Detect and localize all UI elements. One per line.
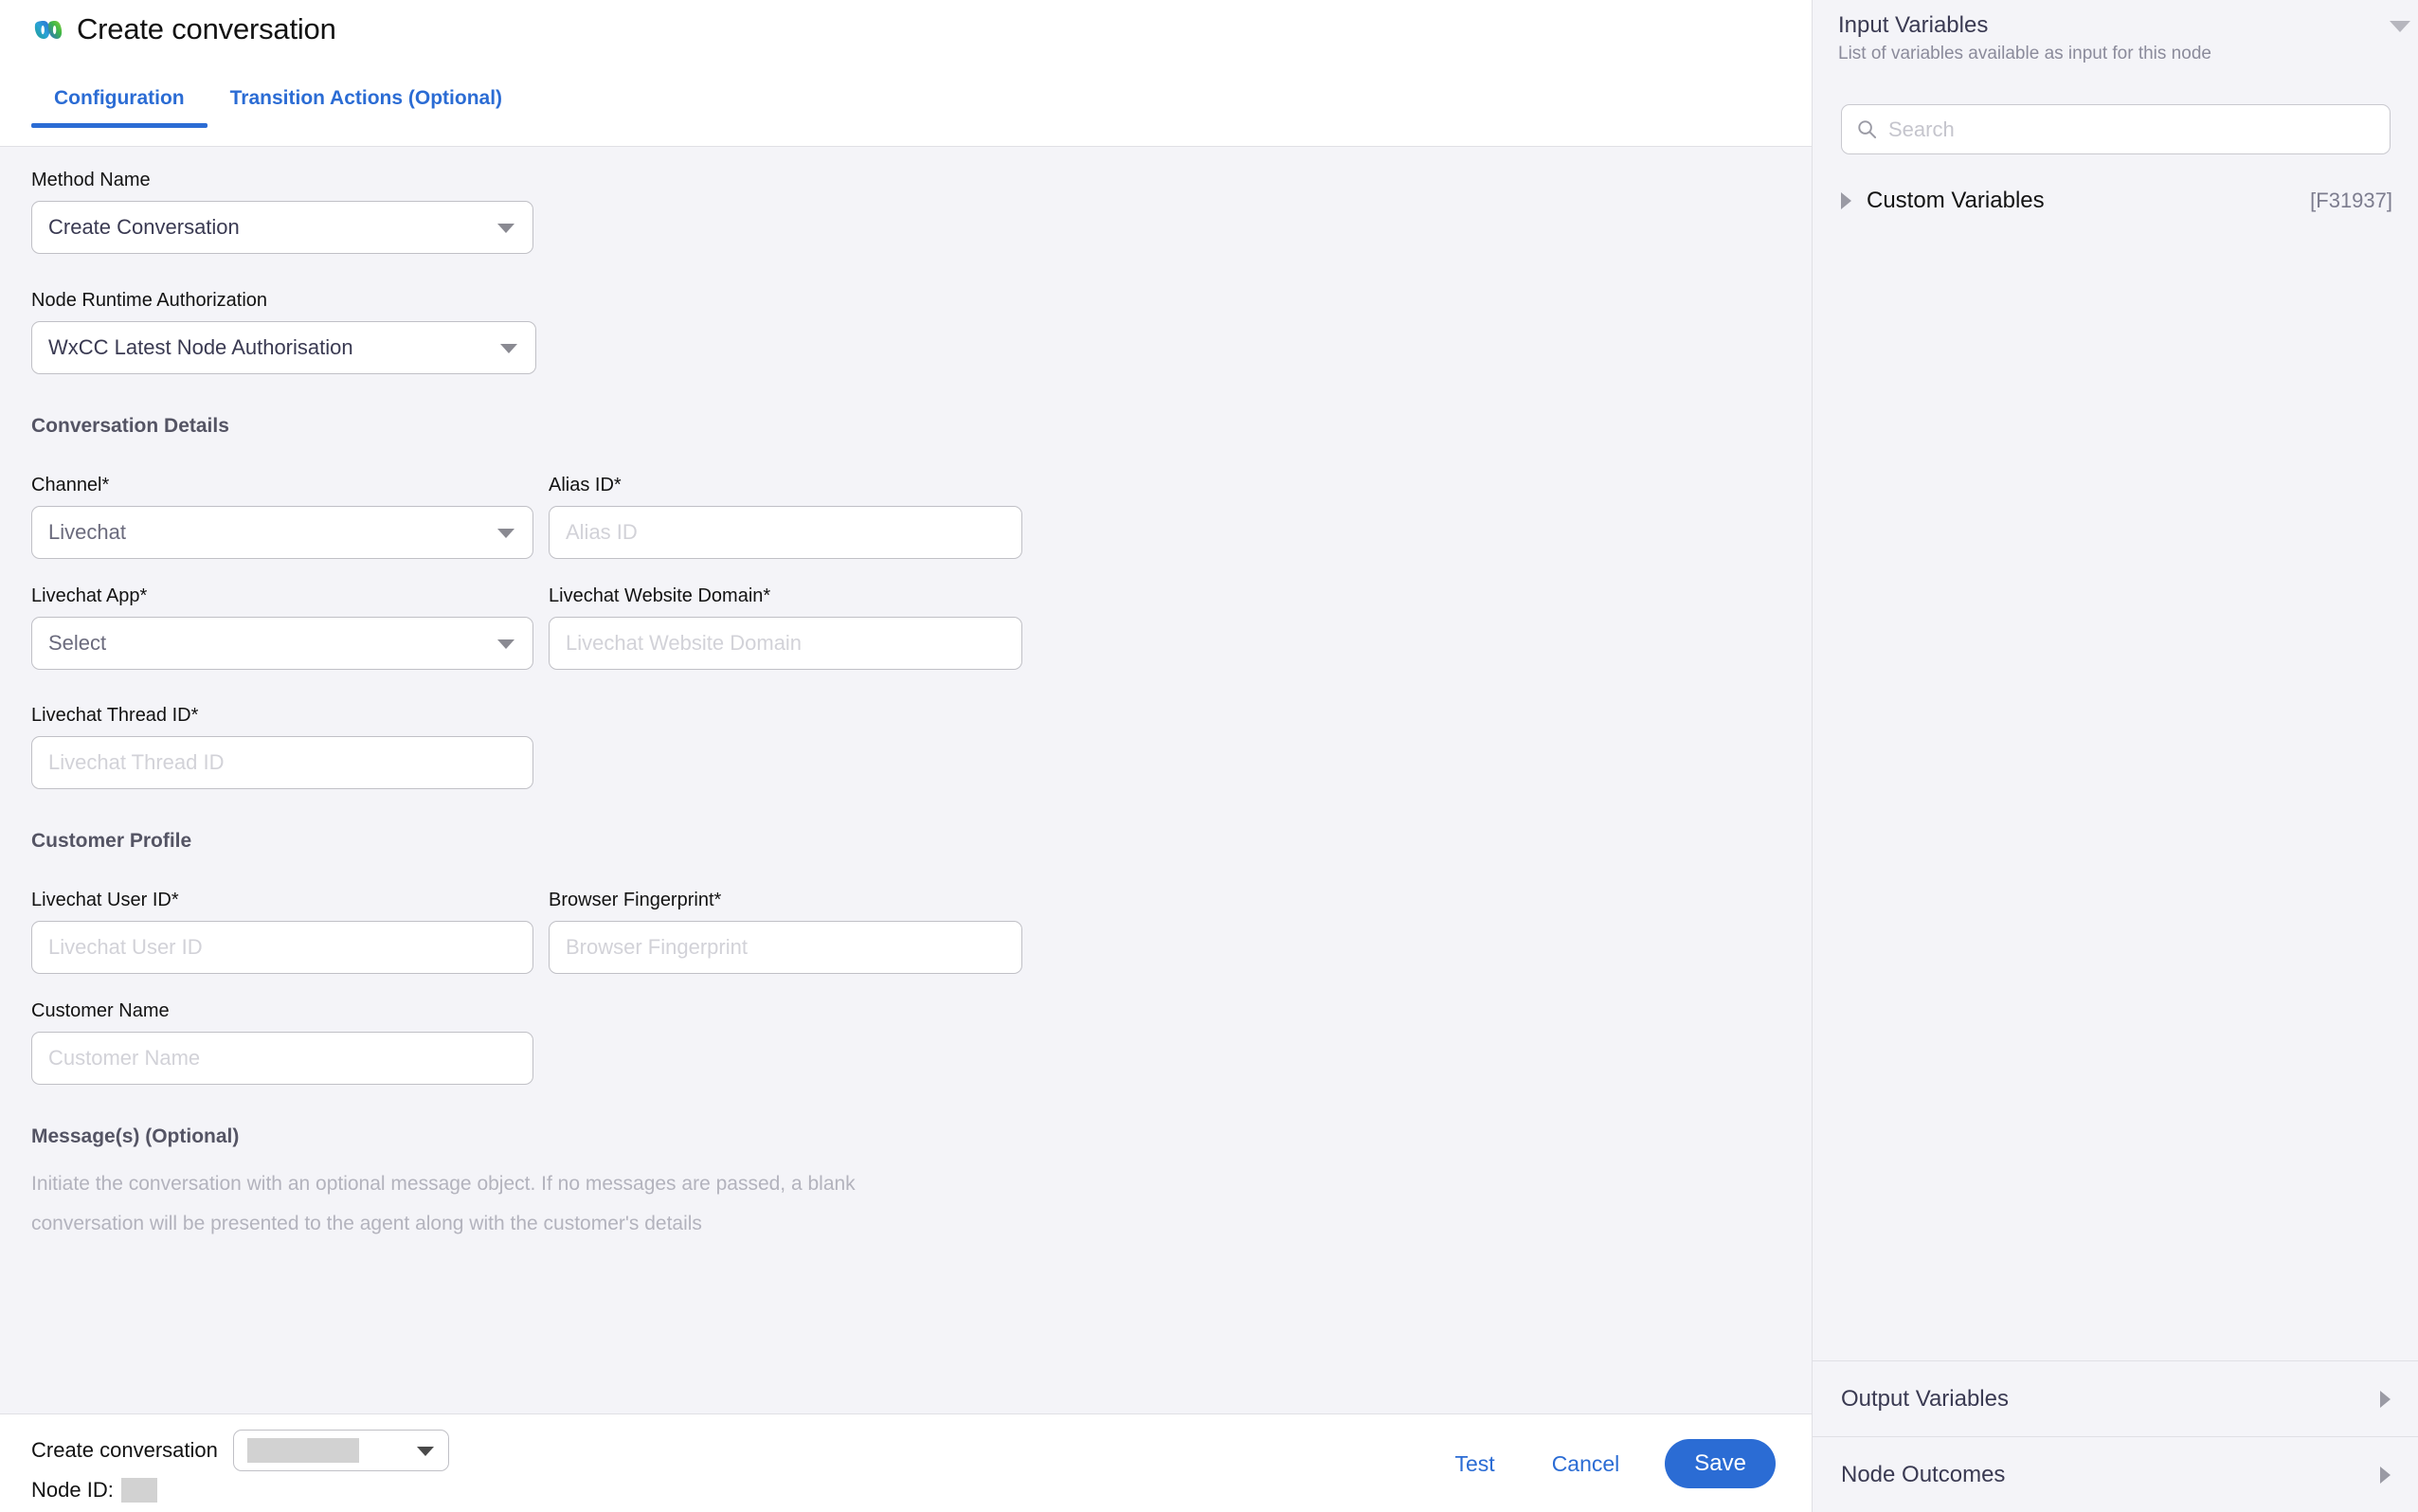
- cancel-button[interactable]: Cancel: [1524, 1451, 1649, 1477]
- chevron-right-icon: [2380, 1390, 2391, 1408]
- input-variables-subtitle: List of variables available as input for…: [1838, 44, 2211, 63]
- livechat-user-id-input[interactable]: Livechat User ID: [31, 921, 533, 974]
- livechat-app-value: Select: [48, 631, 107, 655]
- customer-name-label: Customer Name: [31, 1000, 170, 1021]
- browser-fingerprint-placeholder: Browser Fingerprint: [566, 935, 748, 959]
- livechat-app-label: Livechat App*: [31, 585, 148, 606]
- alias-id-placeholder: Alias ID: [566, 520, 638, 544]
- field-customer-name: Customer Name Customer Name: [0, 973, 1812, 1085]
- custom-variables-badge: [F31937]: [2310, 189, 2392, 212]
- main-scrollbar-track[interactable]: [1789, 147, 1810, 1413]
- footer-node-info: Create conversation Node ID:: [31, 1430, 449, 1503]
- field-node-runtime-authorization: Node Runtime Authorization WxCC Latest N…: [0, 254, 1812, 374]
- chevron-down-icon: [500, 344, 517, 353]
- field-livechat-app: Livechat App* Select: [31, 584, 533, 670]
- livechat-thread-id-input[interactable]: Livechat Thread ID: [31, 736, 533, 789]
- browser-fingerprint-input[interactable]: Browser Fingerprint: [549, 921, 1022, 974]
- chevron-down-icon: [416, 1447, 434, 1456]
- livechat-website-domain-label: Livechat Website Domain*: [549, 585, 771, 606]
- messages-description: Initiate the conversation with an option…: [31, 1173, 856, 1234]
- app-root: Create conversation Configuration Transi…: [0, 0, 2418, 1512]
- alias-id-label: Alias ID*: [549, 475, 622, 495]
- node-runtime-authorization-value: WxCC Latest Node Authorisation: [48, 335, 353, 359]
- field-livechat-thread-id: Livechat Thread ID* Livechat Thread ID: [0, 677, 1812, 789]
- field-channel: Channel* Livechat: [31, 473, 533, 559]
- row-user-id-fingerprint: Livechat User ID* Livechat User ID Brows…: [0, 854, 1812, 974]
- messages-heading: Message(s) (Optional): [31, 1125, 240, 1147]
- chevron-down-icon: [497, 224, 514, 233]
- channel-value: Livechat: [48, 520, 126, 544]
- customer-profile-section: Customer Profile: [0, 789, 1812, 854]
- node-id-row: Node ID:: [31, 1478, 449, 1503]
- dialog-header: Create conversation Configuration Transi…: [0, 0, 1812, 147]
- customer-name-placeholder: Customer Name: [48, 1046, 201, 1070]
- dialog-footer: Create conversation Node ID: Test Cancel…: [0, 1413, 1812, 1512]
- chevron-down-icon[interactable]: [2390, 21, 2410, 32]
- livechat-thread-id-placeholder: Livechat Thread ID: [48, 750, 225, 774]
- search-icon: [1858, 120, 1877, 139]
- livechat-website-domain-input[interactable]: Livechat Website Domain: [549, 617, 1022, 670]
- output-variables-row[interactable]: Output Variables: [1813, 1360, 2418, 1436]
- tab-configuration[interactable]: Configuration: [31, 87, 208, 128]
- node-runtime-authorization-label: Node Runtime Authorization: [31, 290, 268, 311]
- conversation-details-section: Conversation Details: [0, 374, 1812, 439]
- field-method-name: Method Name Create Conversation: [0, 147, 1812, 254]
- method-name-select[interactable]: Create Conversation: [31, 201, 533, 254]
- field-browser-fingerprint: Browser Fingerprint* Browser Fingerprint: [549, 888, 1022, 974]
- channel-select[interactable]: Livechat: [31, 506, 533, 559]
- field-alias-id: Alias ID* Alias ID: [549, 473, 1022, 559]
- footer-node-row: Create conversation: [31, 1430, 449, 1471]
- footer-node-select-value-redacted: [246, 1438, 359, 1463]
- chevron-down-icon: [497, 639, 514, 649]
- custom-variables-label: Custom Variables: [1867, 188, 2045, 213]
- chevron-down-icon: [497, 529, 514, 538]
- channel-label: Channel*: [31, 475, 110, 495]
- form-content: Method Name Create Conversation Node Run…: [0, 147, 1812, 1244]
- customer-name-input[interactable]: Customer Name: [31, 1032, 533, 1085]
- save-button[interactable]: Save: [1665, 1439, 1776, 1488]
- tab-bar: Configuration Transition Actions (Option…: [31, 87, 525, 128]
- node-outcomes-label: Node Outcomes: [1841, 1461, 2006, 1487]
- browser-fingerprint-label: Browser Fingerprint*: [549, 890, 722, 910]
- custom-variables-row[interactable]: Custom Variables [F31937]: [1841, 180, 2392, 222]
- chevron-right-icon: [2380, 1466, 2391, 1484]
- input-variables-header: Input Variables List of variables availa…: [1838, 11, 2393, 66]
- title-row: Create conversation: [31, 13, 336, 45]
- node-id-label: Node ID:: [31, 1478, 114, 1502]
- customer-profile-heading: Customer Profile: [31, 830, 192, 852]
- footer-node-select[interactable]: [232, 1430, 449, 1471]
- method-name-value: Create Conversation: [48, 215, 240, 239]
- input-variables-title: Input Variables: [1838, 12, 1989, 38]
- node-runtime-authorization-select[interactable]: WxCC Latest Node Authorisation: [31, 321, 536, 374]
- conversation-details-heading: Conversation Details: [31, 415, 229, 437]
- create-conversation-dialog: Create conversation Configuration Transi…: [0, 0, 1812, 1512]
- test-button[interactable]: Test: [1427, 1451, 1524, 1477]
- footer-actions: Test Cancel Save: [1427, 1414, 1776, 1512]
- livechat-website-domain-placeholder: Livechat Website Domain: [566, 631, 803, 655]
- row-livechat-app-domain: Livechat App* Select Livechat Website Do…: [0, 558, 1812, 677]
- method-name-label: Method Name: [31, 170, 151, 190]
- row-channel-alias: Channel* Livechat Alias ID* Alias ID: [0, 439, 1812, 559]
- alias-id-input[interactable]: Alias ID: [549, 506, 1022, 559]
- messages-section: Message(s) (Optional) Initiate the conve…: [0, 1085, 1812, 1244]
- livechat-user-id-placeholder: Livechat User ID: [48, 935, 203, 959]
- output-variables-label: Output Variables: [1841, 1385, 2009, 1412]
- tab-transition-actions[interactable]: Transition Actions (Optional): [208, 87, 525, 128]
- form-scroll-area[interactable]: Method Name Create Conversation Node Run…: [0, 147, 1812, 1413]
- livechat-thread-id-label: Livechat Thread ID*: [31, 705, 199, 726]
- webex-logo-icon: [34, 21, 63, 39]
- right-sidebar: Input Variables List of variables availa…: [1812, 0, 2418, 1512]
- search-placeholder: Search: [1888, 117, 1955, 141]
- footer-node-label: Create conversation: [31, 1438, 218, 1462]
- chevron-right-icon: [1841, 192, 1851, 209]
- node-id-value-redacted: [120, 1478, 157, 1503]
- page-title: Create conversation: [77, 12, 336, 45]
- search-input[interactable]: Search: [1841, 104, 2391, 154]
- livechat-app-select[interactable]: Select: [31, 617, 533, 670]
- field-livechat-user-id: Livechat User ID* Livechat User ID: [31, 888, 533, 974]
- field-livechat-website-domain: Livechat Website Domain* Livechat Websit…: [549, 584, 1022, 670]
- node-outcomes-row[interactable]: Node Outcomes: [1813, 1436, 2418, 1512]
- livechat-user-id-label: Livechat User ID*: [31, 890, 179, 910]
